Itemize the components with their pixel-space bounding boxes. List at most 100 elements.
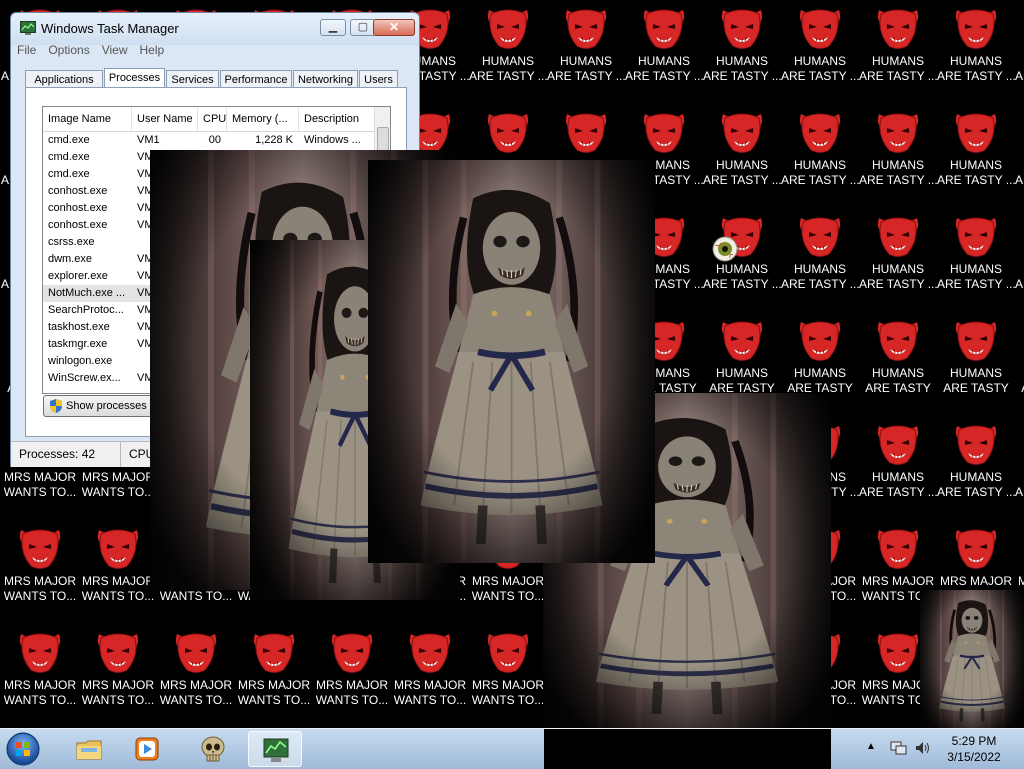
image-name-cell: cmd.exe xyxy=(48,168,90,180)
desktop-icon-mrs-major[interactable]: MRS MAJORWANTS TO... xyxy=(391,624,469,728)
tab-applications[interactable]: Applications xyxy=(25,70,103,88)
desktop-icon-mrs-major[interactable]: MRS MAJORWANTS TO... xyxy=(79,520,157,624)
desktop-icon-mrs-major[interactable]: MRS MAJORWANTS TO... xyxy=(1,624,79,728)
devil-head-icon xyxy=(19,633,61,673)
column-header[interactable]: Memory (... xyxy=(227,107,299,131)
devil-head-icon xyxy=(97,633,139,673)
taskbar-button-task-manager[interactable] xyxy=(248,731,302,767)
menu-options[interactable]: Options xyxy=(48,43,89,57)
start-button[interactable] xyxy=(4,731,42,767)
column-header[interactable]: Image Name xyxy=(43,107,132,131)
desktop-icon-humans-are-tasty[interactable]: HUMANSARE TASTY ... xyxy=(469,0,547,104)
desktop-icon-label: HUMANSARE TASTY ... xyxy=(859,470,937,499)
desktop-icon-mrs-major[interactable]: MRS MAJORWANTS TO... xyxy=(235,624,313,728)
desktop-icon-humans-are-tasty[interactable]: HUMANSARE TASTY ... xyxy=(937,0,1015,104)
maximize-icon: ▢ xyxy=(357,21,369,33)
menu-view[interactable]: View xyxy=(102,43,128,57)
desktop-icon-humans-are-tasty[interactable]: HUMANSARE TASTY ... xyxy=(703,0,781,104)
desktop-icon-humans-are-tasty[interactable]: HUMANSARE TASTY ... xyxy=(859,208,937,312)
explorer-folder-icon xyxy=(76,740,102,760)
desktop-icon-humans-are-tasty[interactable]: HUMANSARE TASTY ... xyxy=(1015,104,1024,208)
desktop-icon-humans-are-tasty[interactable]: HUMANSARE TASTY ... xyxy=(1015,0,1024,104)
network-icon[interactable] xyxy=(890,739,908,757)
desktop-icon-humans-are-tasty[interactable]: HUMANSARE TASTY ... xyxy=(1015,208,1024,312)
desktop-icon-humans-are-tasty[interactable]: HUMANSARE TASTY ... xyxy=(547,0,625,104)
desktop-icon-mrs-major[interactable]: MRS MAJORWANTS TO... xyxy=(313,624,391,728)
desktop-icon-humans-are-tasty[interactable]: HUMANSARE TASTY xyxy=(937,312,1015,416)
image-name-cell: conhost.exe xyxy=(48,219,108,231)
desktop-icon-humans-are-tasty[interactable]: HUMANSARE TASTY ... xyxy=(781,208,859,312)
show-hidden-icons-icon[interactable]: ▲ xyxy=(866,741,876,752)
devil-head-icon xyxy=(721,9,763,49)
column-header[interactable]: User Name xyxy=(132,107,198,131)
table-row[interactable]: cmd.exe VM1 00 1,228 K Windows ... xyxy=(43,132,390,149)
desktop-icon-label: HUMANSARE TASTY xyxy=(943,366,1009,395)
desktop-icon-label: MRS MAJORWANTS TO... xyxy=(237,678,311,707)
tab-networking[interactable]: Networking xyxy=(293,70,358,88)
desktop-icon-label: MRS MAJORWANTS TO... xyxy=(3,470,77,499)
image-name-cell: cmd.exe xyxy=(48,134,90,146)
desktop-icon-label: HUMANSARE TASTY ... xyxy=(781,158,859,187)
devil-head-icon xyxy=(955,113,997,153)
cpu-cell: 00 xyxy=(208,134,221,146)
column-header[interactable]: Description xyxy=(299,107,377,131)
desktop-icon-humans-are-tasty[interactable]: HUMANSARE TASTY ... xyxy=(625,0,703,104)
tab-users[interactable]: Users xyxy=(359,70,398,88)
clock[interactable]: 5:29 PM 3/15/2022 xyxy=(930,733,1018,765)
desktop-icon-label: HUMANSARE TASTY ... xyxy=(547,54,625,83)
devil-head-icon xyxy=(409,633,451,673)
scrollbar-thumb[interactable] xyxy=(377,127,389,151)
column-header[interactable]: CPU xyxy=(198,107,227,131)
description-cell: Windows ... xyxy=(304,134,361,146)
desktop-icon-humans-are-tasty[interactable]: HUMANSARE TASTY ... xyxy=(1015,416,1024,520)
clock-time: 5:29 PM xyxy=(951,734,997,748)
desktop-icon-mrs-major[interactable]: MRS MAJORWANTS TO... xyxy=(469,624,547,728)
desktop-icon-humans-are-tasty[interactable]: HUMANSARE TASTY ... xyxy=(781,0,859,104)
title-bar[interactable]: Windows Task Manager ▁ ▢ ✕ xyxy=(11,13,419,45)
desktop-icon-humans-are-tasty[interactable]: HUMANSARE TASTY ... xyxy=(781,104,859,208)
desktop-icon-humans-are-tasty[interactable]: HUMANSARE TASTY ... xyxy=(859,416,937,520)
minimize-button[interactable]: ▁ xyxy=(320,19,346,36)
devil-head-icon xyxy=(877,425,919,465)
desktop-icon-humans-are-tasty[interactable]: HUMANSARE TASTY xyxy=(859,312,937,416)
desktop-icon-humans-are-tasty[interactable]: HUMANSARE TASTY xyxy=(1015,312,1024,416)
desktop-icon-label: HUMANSARE TASTY ... xyxy=(937,158,1015,187)
desktop-icon-label: HUMANSARE TASTY ... xyxy=(1015,173,1024,187)
taskbar-button-media-player[interactable] xyxy=(120,731,174,767)
taskbar-button-skull[interactable] xyxy=(186,731,240,767)
image-name-cell: csrss.exe xyxy=(48,236,95,248)
menu-help[interactable]: Help xyxy=(140,43,165,57)
devil-head-icon xyxy=(487,113,529,153)
devil-head-icon xyxy=(955,529,997,569)
close-button[interactable]: ✕ xyxy=(373,19,415,36)
desktop-icon-humans-are-tasty[interactable]: HUMANSARE TASTY ... xyxy=(859,0,937,104)
devil-head-icon xyxy=(877,217,919,257)
taskbar-button-explorer-folder[interactable] xyxy=(62,731,116,767)
desktop-icon-label: MRS MAJORWANTS TO... xyxy=(315,678,389,707)
desktop-icon-humans-are-tasty[interactable]: HUMANSARE TASTY ... xyxy=(937,104,1015,208)
desktop-icon-label: HUMANSARE TASTY ... xyxy=(703,262,781,291)
desktop-icon-humans-are-tasty[interactable]: HUMANSARE TASTY ... xyxy=(937,416,1015,520)
image-name-cell: taskmgr.exe xyxy=(48,338,108,350)
desktop-icon-label: HUMANSARE TASTY ... xyxy=(625,54,703,83)
menu-file[interactable]: File xyxy=(17,43,36,57)
desktop-icon-humans-are-tasty[interactable]: HUMANSARE TASTY ... xyxy=(937,208,1015,312)
tab-services[interactable]: Services xyxy=(166,70,219,88)
devil-head-icon xyxy=(19,529,61,569)
task-manager-icon xyxy=(20,21,36,35)
desktop-icon-label: HUMANSARE TASTY ... xyxy=(937,470,1015,499)
desktop-icon-humans-are-tasty[interactable]: HUMANSARE TASTY ... xyxy=(859,104,937,208)
devil-head-icon xyxy=(877,9,919,49)
tab-processes[interactable]: Processes xyxy=(104,68,165,89)
desktop-icon-mrs-major[interactable]: MRS MAJORWANTS TO... xyxy=(1,520,79,624)
devil-head-icon xyxy=(877,113,919,153)
tab-performance[interactable]: Performance xyxy=(220,70,292,88)
desktop-icon-label: MRS MAJORWANTS TO... xyxy=(393,678,467,707)
devil-head-icon xyxy=(253,633,295,673)
desktop-icon-mrs-major[interactable]: MRS MAJORWANTS TO... xyxy=(79,624,157,728)
devil-head-icon xyxy=(955,425,997,465)
desktop-icon-humans-are-tasty[interactable]: HUMANSARE TASTY ... xyxy=(703,104,781,208)
desktop-icon-mrs-major[interactable]: MRS MAJORWANTS TO... xyxy=(157,624,235,728)
show-all-processes-label: Show processes f xyxy=(66,400,153,412)
desktop-icon-label: HUMANSARE TASTY ... xyxy=(859,158,937,187)
